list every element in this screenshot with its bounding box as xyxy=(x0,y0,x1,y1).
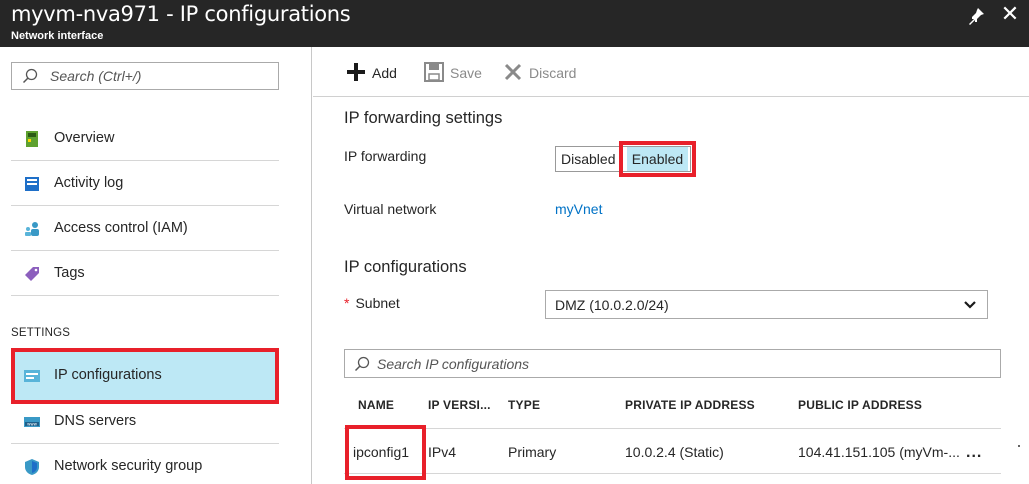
search-icon xyxy=(22,68,38,84)
column-header-type[interactable]: TYPE xyxy=(508,398,540,412)
activity-log-icon xyxy=(25,177,39,191)
sidebar-search[interactable] xyxy=(11,62,279,90)
name-highlight-box xyxy=(345,425,426,480)
ip-forwarding-enabled-option[interactable]: Enabled xyxy=(627,147,688,171)
ip-version-cell: IPv4 xyxy=(428,444,457,460)
sidebar-item-label: IP configurations xyxy=(54,367,162,383)
column-header-public-ip[interactable]: PUBLIC IP ADDRESS xyxy=(798,398,922,412)
more-options-icon[interactable]: ... xyxy=(966,444,982,462)
chevron-down-icon xyxy=(964,301,976,309)
overview-icon xyxy=(26,131,38,147)
section-label-settings: SETTINGS xyxy=(11,327,71,339)
sidebar-item-label: Network security group xyxy=(54,458,203,474)
column-header-private-ip[interactable]: PRIVATE IP ADDRESS xyxy=(625,398,755,412)
subnet-dropdown-value: DMZ (10.0.2.0/24) xyxy=(555,297,669,313)
sidebar-item-activity-log[interactable]: Activity log xyxy=(11,162,279,206)
stray-dot xyxy=(1018,445,1020,447)
type-cell: Primary xyxy=(508,444,557,460)
pin-icon[interactable] xyxy=(966,6,986,26)
title-bar: myvm-nva971 - IP configurations Network … xyxy=(0,0,1029,47)
sidebar-item-label: Access control (IAM) xyxy=(54,220,188,236)
sidebar-item-dns-servers[interactable]: www DNS servers xyxy=(11,400,279,444)
enabled-highlight-box: Enabled xyxy=(619,141,696,177)
blade-subtitle: Network interface xyxy=(11,30,104,42)
close-icon[interactable]: ✕ xyxy=(999,3,1021,25)
sidebar: Overview Activity log Access control (IA… xyxy=(0,47,312,484)
subnet-dropdown[interactable]: DMZ (10.0.2.0/24) xyxy=(545,290,988,319)
ip-forwarding-label: IP forwarding xyxy=(344,148,427,164)
blade-title: myvm-nva971 - IP configurations xyxy=(11,2,351,26)
sidebar-item-overview[interactable]: Overview xyxy=(11,117,279,161)
people-icon xyxy=(25,222,39,236)
ip-forwarding-heading: IP forwarding settings xyxy=(344,109,503,127)
subnet-label: * Subnet xyxy=(344,295,400,311)
plus-icon xyxy=(347,63,365,81)
dns-icon: www xyxy=(24,417,40,427)
sidebar-item-access-control[interactable]: Access control (IAM) xyxy=(11,207,279,251)
public-ip-cell: 104.41.151.105 (myVm-... xyxy=(798,444,960,460)
sidebar-item-network-security-group[interactable]: Network security group xyxy=(11,445,279,484)
sidebar-item-ip-configurations[interactable]: IP configurations xyxy=(11,348,279,404)
required-marker: * xyxy=(344,295,350,311)
discard-button-label: Discard xyxy=(529,65,577,81)
save-button-label: Save xyxy=(450,65,482,81)
shield-icon xyxy=(25,459,39,475)
sidebar-search-input[interactable] xyxy=(50,67,270,85)
ip-config-icon xyxy=(24,370,40,382)
column-header-name[interactable]: NAME xyxy=(358,398,394,412)
sidebar-item-label: DNS servers xyxy=(54,413,137,429)
ip-configurations-heading: IP configurations xyxy=(344,258,467,276)
ip-config-search-input[interactable] xyxy=(377,355,977,373)
ip-config-search[interactable] xyxy=(344,349,1001,378)
column-header-ip-version[interactable]: IP VERSI... xyxy=(428,398,491,412)
sidebar-item-label: Tags xyxy=(54,265,85,281)
command-bar: Add Save Discard xyxy=(313,47,1029,97)
virtual-network-link[interactable]: myVnet xyxy=(555,201,602,217)
subnet-label-text: Subnet xyxy=(355,295,400,311)
private-ip-cell: 10.0.2.4 (Static) xyxy=(625,444,724,460)
sidebar-item-label: Overview xyxy=(54,130,115,146)
search-icon xyxy=(354,356,370,372)
svg-text:www: www xyxy=(27,422,38,427)
save-icon xyxy=(424,62,444,82)
sidebar-item-tags[interactable]: Tags xyxy=(11,252,279,296)
ip-forwarding-disabled-option[interactable]: Disabled xyxy=(556,147,622,171)
sidebar-item-label: Activity log xyxy=(54,175,124,191)
virtual-network-label: Virtual network xyxy=(344,201,437,217)
add-button-label: Add xyxy=(372,65,397,81)
discard-icon xyxy=(504,63,522,81)
tag-icon xyxy=(25,267,39,281)
